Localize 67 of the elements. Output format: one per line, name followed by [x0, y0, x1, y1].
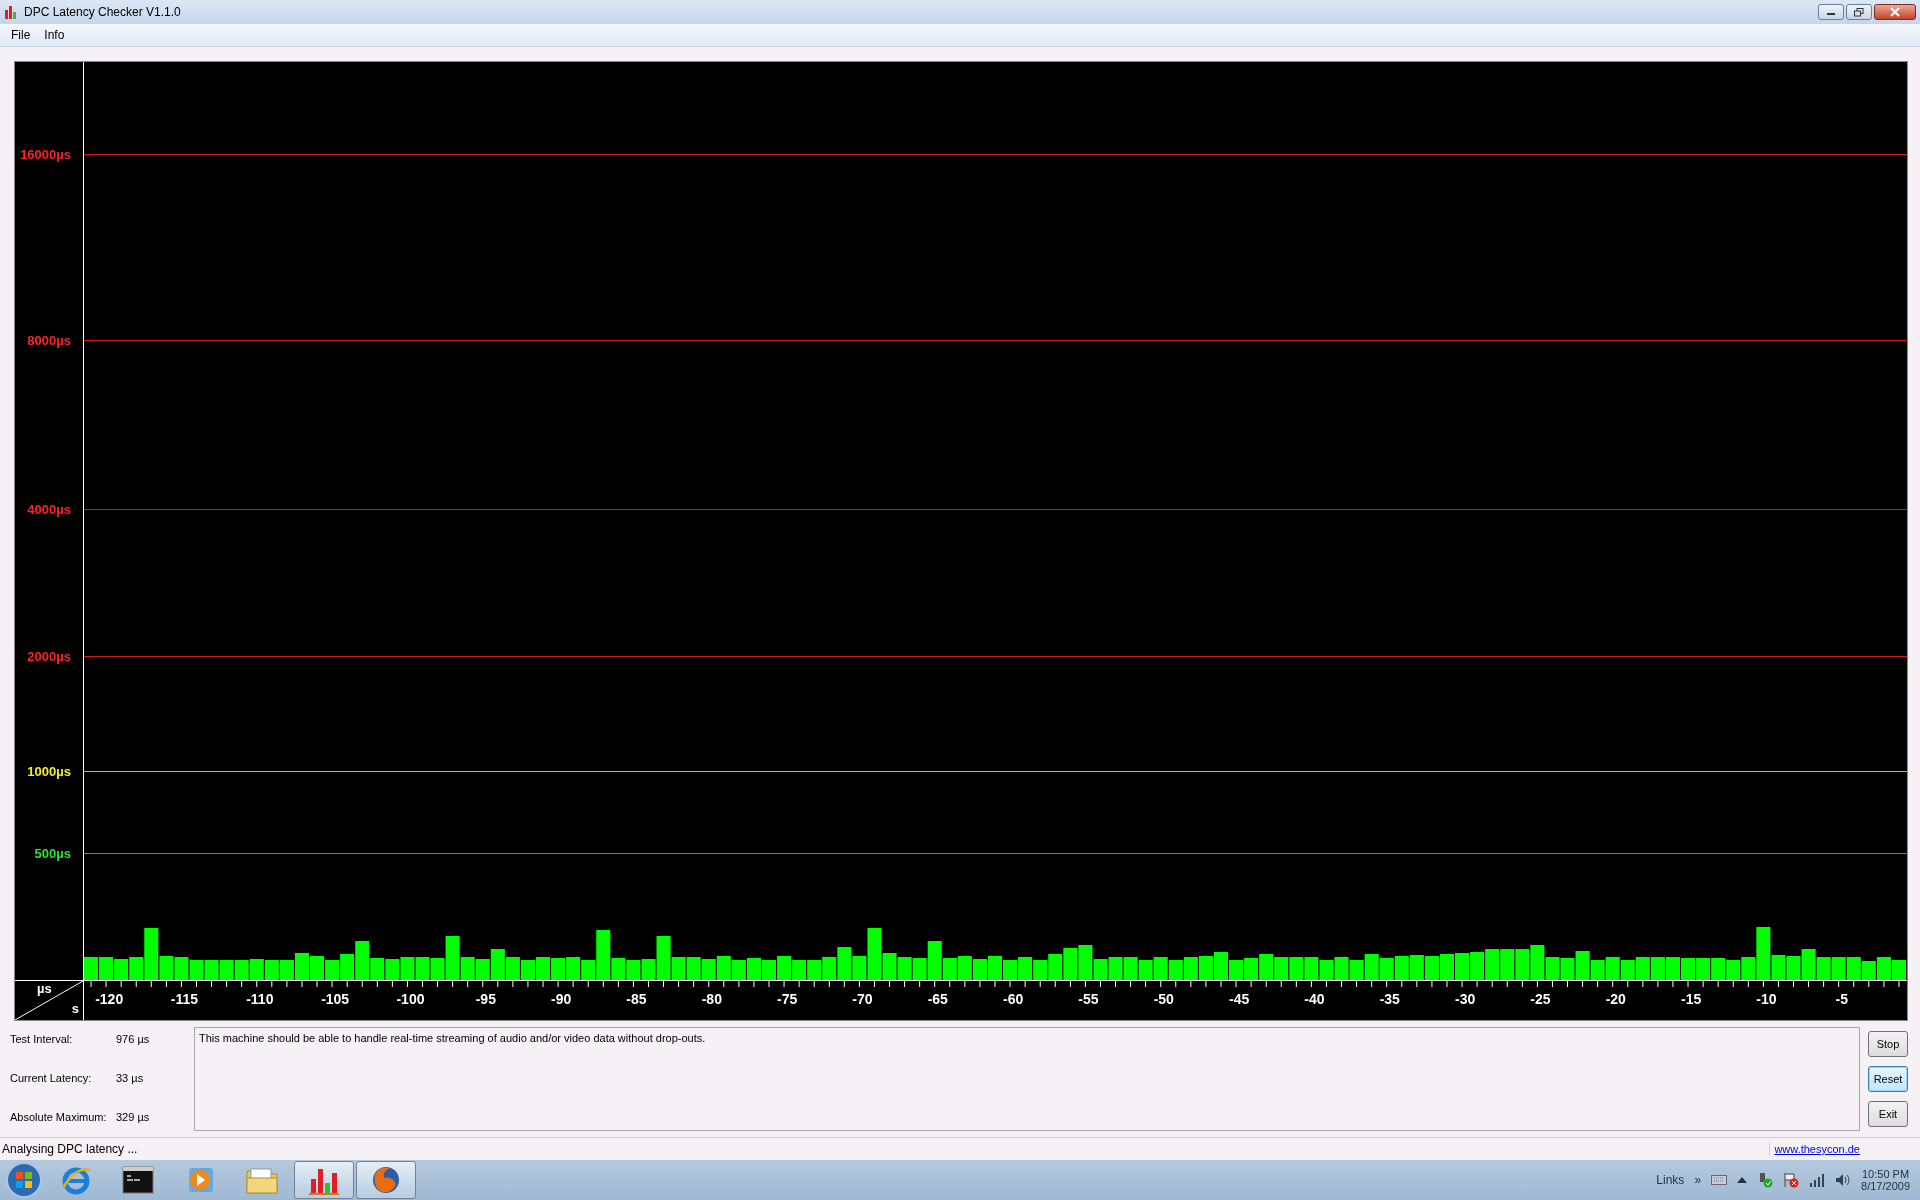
x-axis-label: -75	[777, 991, 798, 1007]
x-axis-label: -90	[551, 991, 572, 1007]
restore-button[interactable]	[1846, 4, 1872, 20]
x-axis-label: -5	[1835, 991, 1848, 1007]
folder-icon	[245, 1165, 279, 1195]
reading-value: 976 µs	[116, 1033, 151, 1045]
x-unit-label: s	[71, 1001, 79, 1016]
close-icon	[1890, 7, 1900, 17]
window-title: DPC Latency Checker V1.1.0	[24, 5, 181, 19]
x-axis-label: -100	[396, 991, 425, 1007]
x-axis-label: -65	[927, 991, 948, 1007]
x-axis-label: -35	[1379, 991, 1400, 1007]
app-icon	[4, 5, 18, 19]
x-axis-label: -80	[701, 991, 722, 1007]
y-axis-label: 4000µs	[27, 501, 71, 517]
x-axis-label: -25	[1530, 991, 1551, 1007]
minimize-button[interactable]	[1818, 4, 1844, 20]
action-button[interactable]: Exit	[1868, 1101, 1908, 1127]
up-arrow-icon[interactable]	[1737, 1177, 1748, 1183]
menu-item[interactable]: File	[4, 26, 38, 44]
flag-error-icon[interactable]	[1783, 1172, 1800, 1188]
x-axis-label: -40	[1304, 991, 1325, 1007]
taskbar-button[interactable]	[356, 1161, 416, 1199]
x-axis-label: -110	[246, 991, 274, 1007]
reading-label: Current Latency:	[10, 1072, 93, 1084]
fox-globe-icon	[370, 1164, 402, 1196]
clock[interactable]: 10:50 PM 8/17/2009	[1861, 1168, 1910, 1192]
plug-check-icon[interactable]	[1757, 1172, 1774, 1188]
x-axis-label: -85	[626, 991, 647, 1007]
signal-bars-icon[interactable]	[1809, 1173, 1826, 1187]
action-button[interactable]: Reset	[1868, 1066, 1908, 1092]
reading-label: Test Interval:	[10, 1033, 74, 1045]
y-unit-label: µs	[37, 981, 52, 996]
keyboard-icon[interactable]	[1711, 1175, 1728, 1185]
console-icon	[122, 1166, 154, 1194]
status-text: Analysing DPC latency ...	[2, 1142, 139, 1156]
x-axis-label: -20	[1605, 991, 1626, 1007]
speaker-icon[interactable]	[1835, 1173, 1852, 1187]
x-axis-label: -10	[1756, 991, 1777, 1007]
restore-icon	[1854, 7, 1864, 17]
start-orb-icon[interactable]	[4, 1160, 44, 1200]
reading-label: Absolute Maximum:	[10, 1111, 108, 1123]
x-axis-label: -55	[1078, 991, 1099, 1007]
reading-value: 33 µs	[116, 1072, 145, 1084]
close-button[interactable]	[1874, 4, 1916, 20]
x-axis-label: -15	[1681, 991, 1702, 1007]
links-toolbar-label[interactable]: Links	[1656, 1173, 1685, 1187]
menu-item[interactable]: Info	[37, 26, 72, 44]
x-axis-label: -105	[321, 991, 350, 1007]
message-box: This machine should be able to handle real-time streaming of audio and/or video data without drop-outs.	[194, 1027, 1860, 1131]
x-axis-label: -120	[95, 991, 124, 1007]
toolbar-chevron[interactable]: »	[1694, 1173, 1702, 1187]
x-axis-label: -50	[1153, 991, 1174, 1007]
x-axis-label: -30	[1455, 991, 1476, 1007]
website-link[interactable]: www.thesycon.de	[1769, 1143, 1920, 1155]
x-axis-label: -45	[1229, 991, 1250, 1007]
x-axis-label: -115	[170, 991, 199, 1007]
y-axis-label: 1000µs	[27, 763, 71, 779]
y-axis-label: 2000µs	[27, 648, 71, 664]
x-axis-label: -60	[1003, 991, 1024, 1007]
action-button[interactable]: Stop	[1868, 1031, 1908, 1057]
reading-value: 329 µs	[116, 1111, 151, 1123]
y-axis-label: 8000µs	[27, 332, 71, 348]
y-axis-label: 500µs	[34, 845, 71, 861]
y-axis-label: 16000µs	[20, 146, 71, 162]
x-axis-label: -95	[475, 991, 496, 1007]
x-axis-label: -70	[852, 991, 873, 1007]
